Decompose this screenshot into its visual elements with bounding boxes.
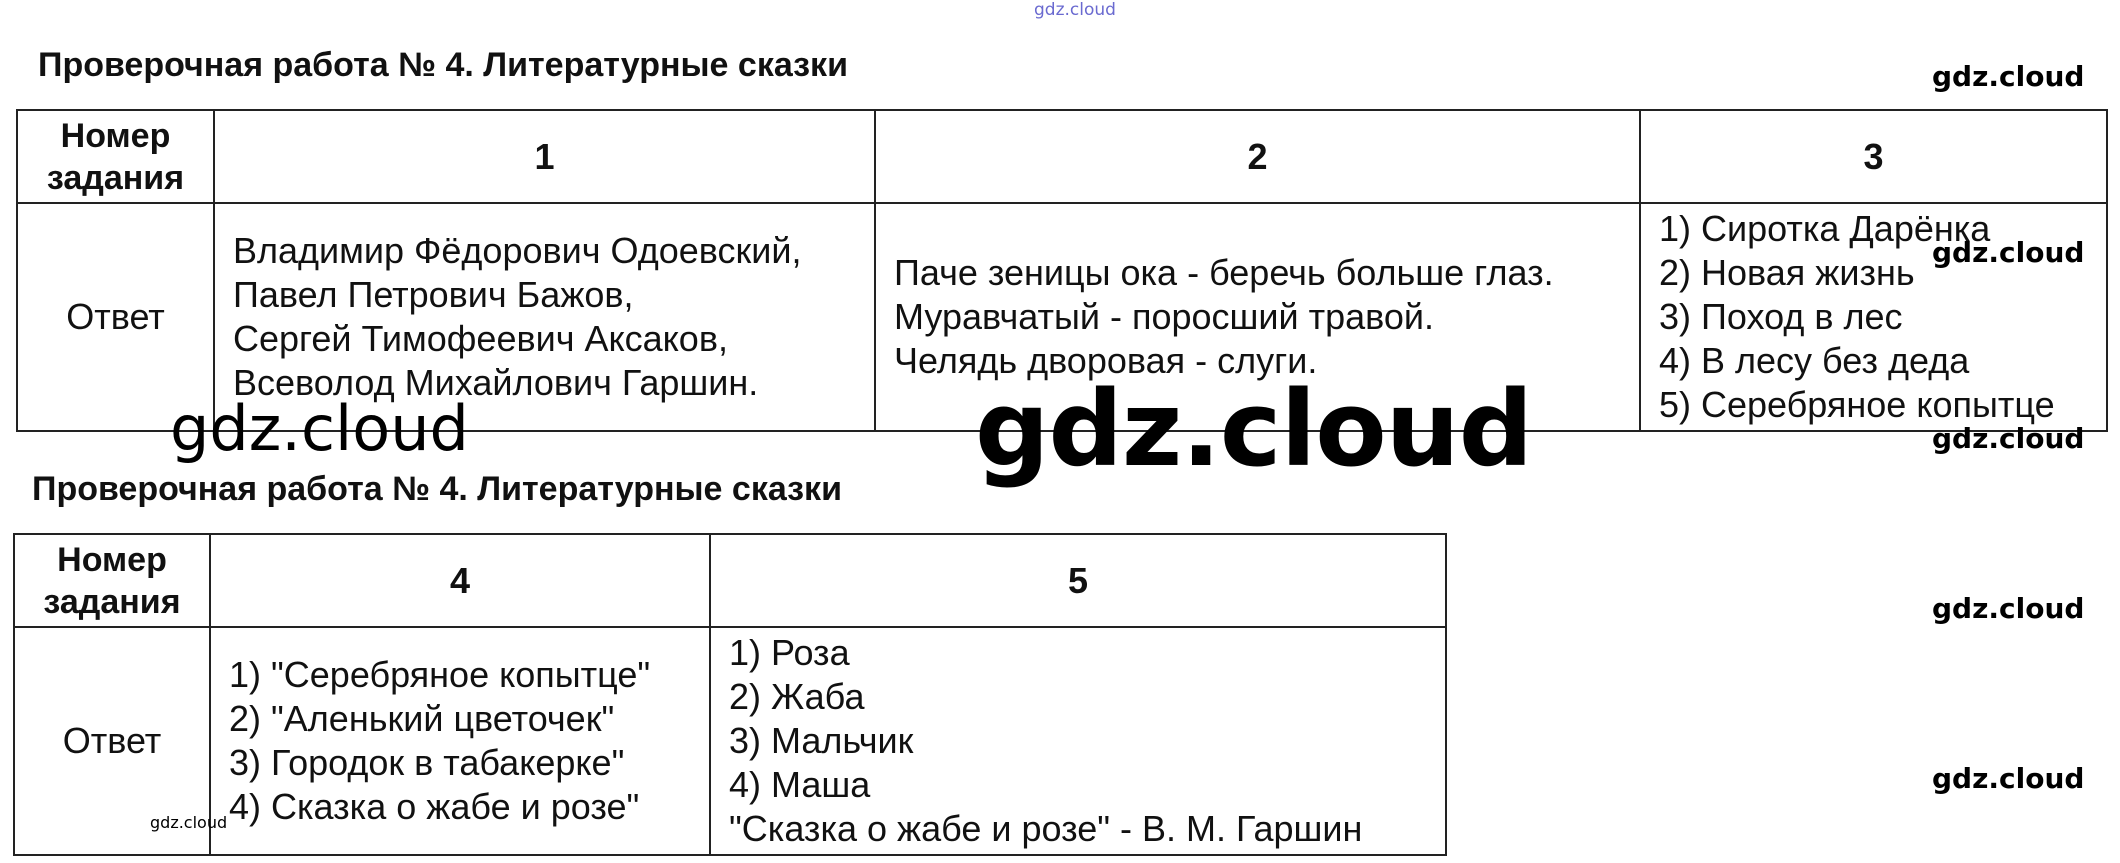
watermark: gdz.cloud [1932, 592, 2085, 625]
answer-line: 4) Сказка о жабе и розе" [229, 786, 640, 827]
task-number-header: Номер задания [13, 533, 211, 628]
answer-line: 2) Жаба [729, 676, 865, 717]
answer-cell-4: 1) "Серебряное копытце" 2) "Аленький цве… [209, 626, 711, 856]
watermark: gdz.cloud [1932, 60, 2085, 93]
watermark-large: gdz.cloud [975, 368, 1533, 490]
task-number-3: 3 [1639, 109, 2108, 204]
answer-line: 1) Роза [729, 632, 850, 673]
answer-line: "Сказка о жабе и розе" - В. М. Гаршин [729, 808, 1363, 849]
answer-line: Паче зеницы ока - беречь больше глаз. [894, 252, 1554, 293]
answer-cell-5: 1) Роза 2) Жаба 3) Мальчик 4) Маша "Сказ… [709, 626, 1447, 856]
answer-line: 4) Маша [729, 764, 871, 805]
answer-line: 5) Серебряное копытце [1659, 384, 2055, 425]
watermark: gdz.cloud [150, 813, 228, 832]
watermark: gdz.cloud [1932, 422, 2085, 455]
watermark-top: gdz.cloud [1034, 0, 1116, 20]
task-number-header: Номер задания [16, 109, 215, 204]
task-number-2: 2 [874, 109, 1641, 204]
answer-line: Муравчатый - поросший травой. [894, 296, 1435, 337]
task-number-4: 4 [209, 533, 711, 628]
answer-line: 4) В лесу без деда [1659, 340, 1970, 381]
section2-table: Номер задания 4 5 Ответ 1) "Серебряное к… [13, 533, 1447, 856]
answer-line: Павел Петрович Бажов, [233, 274, 634, 315]
watermark: gdz.cloud [1932, 236, 2085, 269]
answer-line: 1) "Серебряное копытце" [229, 654, 651, 695]
watermark: gdz.cloud [1932, 762, 2085, 795]
answer-line: 2) "Аленький цветочек" [229, 698, 615, 739]
answer-line: 3) Городок в табакерке" [229, 742, 625, 783]
answer-line: Сергей Тимофеевич Аксаков, [233, 318, 728, 359]
answer-line: 3) Поход в лес [1659, 296, 1903, 337]
task-number-1: 1 [213, 109, 876, 204]
watermark: gdz.cloud [170, 392, 469, 465]
section2-heading: Проверочная работа № 4. Литературные ска… [32, 470, 842, 508]
section1-heading: Проверочная работа № 4. Литературные ска… [38, 46, 848, 84]
answer-line: 3) Мальчик [729, 720, 914, 761]
task-number-5: 5 [709, 533, 1447, 628]
answer-line: Владимир Фёдорович Одоевский, [233, 230, 802, 271]
